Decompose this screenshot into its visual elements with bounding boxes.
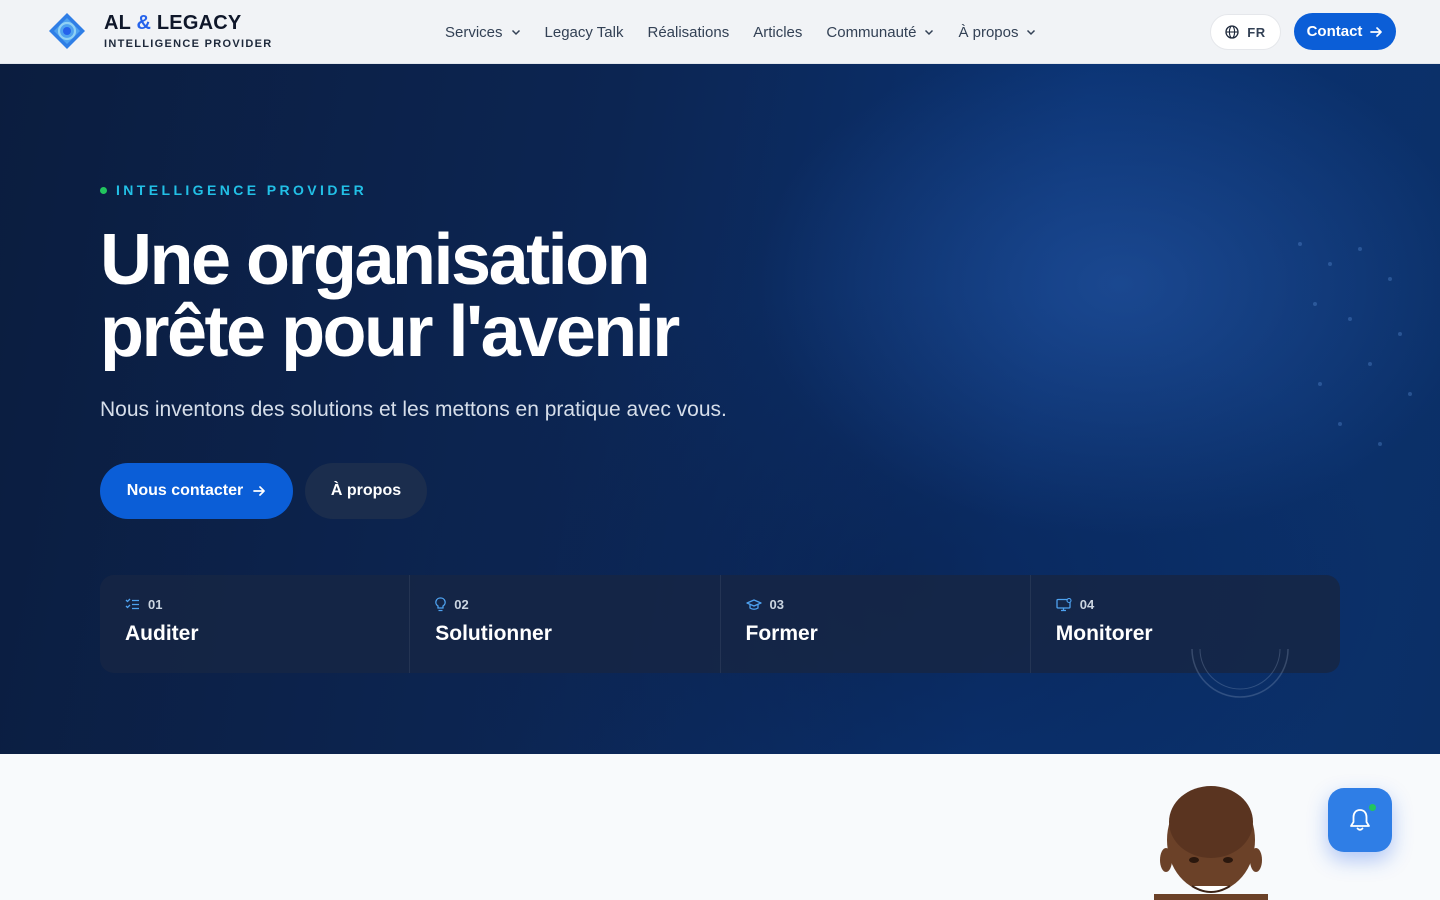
seal-watermark-icon bbox=[1191, 649, 1289, 698]
service-steps: 01 Auditer 02 Solutionner 03 Former 04 M… bbox=[100, 575, 1340, 673]
nav-services[interactable]: Services bbox=[445, 20, 521, 44]
contact-us-button[interactable]: Nous contacter bbox=[100, 463, 293, 519]
contact-button-label: Contact bbox=[1306, 23, 1363, 40]
logo-subtitle: INTELLIGENCE PROVIDER bbox=[104, 38, 273, 50]
nav-a-propos[interactable]: À propos bbox=[958, 20, 1036, 44]
nav-legacy-talk-label: Legacy Talk bbox=[544, 23, 624, 41]
chevron-down-icon bbox=[925, 29, 934, 36]
about-button[interactable]: À propos bbox=[305, 463, 427, 519]
step-title: Auditer bbox=[125, 622, 199, 645]
hero-title-line1: Une organisation bbox=[100, 220, 651, 300]
nav-communaute[interactable]: Communauté bbox=[826, 20, 934, 44]
decorative-dots bbox=[1298, 242, 1412, 446]
contact-us-button-label: Nous contacter bbox=[126, 482, 244, 499]
hero-eyebrow: INTELLIGENCE PROVIDER bbox=[100, 182, 367, 198]
step-solutionner[interactable]: 02 Solutionner bbox=[410, 575, 721, 673]
nav-articles-label: Articles bbox=[753, 23, 803, 41]
nav-legacy-talk[interactable]: Legacy Talk bbox=[545, 20, 624, 44]
nav-services-label: Services bbox=[445, 23, 503, 41]
hero-eyebrow-text: INTELLIGENCE PROVIDER bbox=[116, 182, 368, 198]
site-header: AL & LEGACY INTELLIGENCE PROVIDER Servic… bbox=[0, 0, 1440, 64]
step-number: 02 bbox=[454, 597, 469, 612]
nav-articles[interactable]: Articles bbox=[753, 20, 802, 44]
step-monitorer[interactable]: 04 Monitorer bbox=[1031, 575, 1340, 673]
language-selector[interactable]: FR bbox=[1210, 14, 1281, 50]
notification-dot bbox=[1367, 802, 1378, 813]
step-auditer[interactable]: 01 Auditer bbox=[100, 575, 411, 673]
step-title: Former bbox=[745, 622, 818, 645]
brand-logo[interactable]: AL & LEGACY INTELLIGENCE PROVIDER bbox=[48, 12, 272, 50]
nav-a-propos-label: À propos bbox=[958, 23, 1019, 41]
chevron-down-icon bbox=[1027, 29, 1036, 36]
step-title: Solutionner bbox=[435, 622, 552, 645]
status-dot bbox=[100, 186, 107, 194]
checklist-icon bbox=[125, 598, 139, 610]
step-number: 03 bbox=[769, 597, 784, 612]
globe-icon bbox=[1225, 25, 1239, 39]
person-portrait bbox=[1154, 786, 1268, 900]
monitor-icon bbox=[1056, 597, 1072, 611]
hero-title-line2: prête pour l'avenir bbox=[100, 292, 680, 372]
notification-button[interactable] bbox=[1328, 788, 1392, 852]
language-label: FR bbox=[1247, 24, 1266, 40]
hero-title: Une organisation prête pour l'avenir bbox=[100, 224, 860, 368]
nav-realisations-label: Réalisations bbox=[647, 23, 730, 41]
step-former[interactable]: 03 Former bbox=[721, 575, 1031, 673]
logo-title: AL & LEGACY bbox=[104, 12, 242, 34]
hero-section: INTELLIGENCE PROVIDER Une organisation p… bbox=[0, 64, 1440, 754]
nav-communaute-label: Communauté bbox=[826, 23, 917, 41]
logo-diamond-icon bbox=[48, 12, 86, 50]
main-nav: Services Legacy Talk Réalisations Articl… bbox=[445, 20, 1060, 44]
step-number: 01 bbox=[148, 597, 163, 612]
chevron-down-icon bbox=[511, 29, 520, 36]
arrow-right-icon bbox=[253, 486, 266, 496]
hero-subtitle: Nous inventons des solutions et les mett… bbox=[100, 398, 727, 421]
arrow-right-icon bbox=[1370, 26, 1383, 37]
lightbulb-icon bbox=[435, 597, 447, 612]
contact-button[interactable]: Contact bbox=[1294, 13, 1396, 50]
graduation-cap-icon bbox=[745, 598, 762, 610]
step-title: Monitorer bbox=[1055, 622, 1153, 645]
nav-realisations[interactable]: Réalisations bbox=[647, 20, 729, 44]
step-number: 04 bbox=[1079, 597, 1095, 612]
about-button-label: À propos bbox=[330, 482, 402, 499]
